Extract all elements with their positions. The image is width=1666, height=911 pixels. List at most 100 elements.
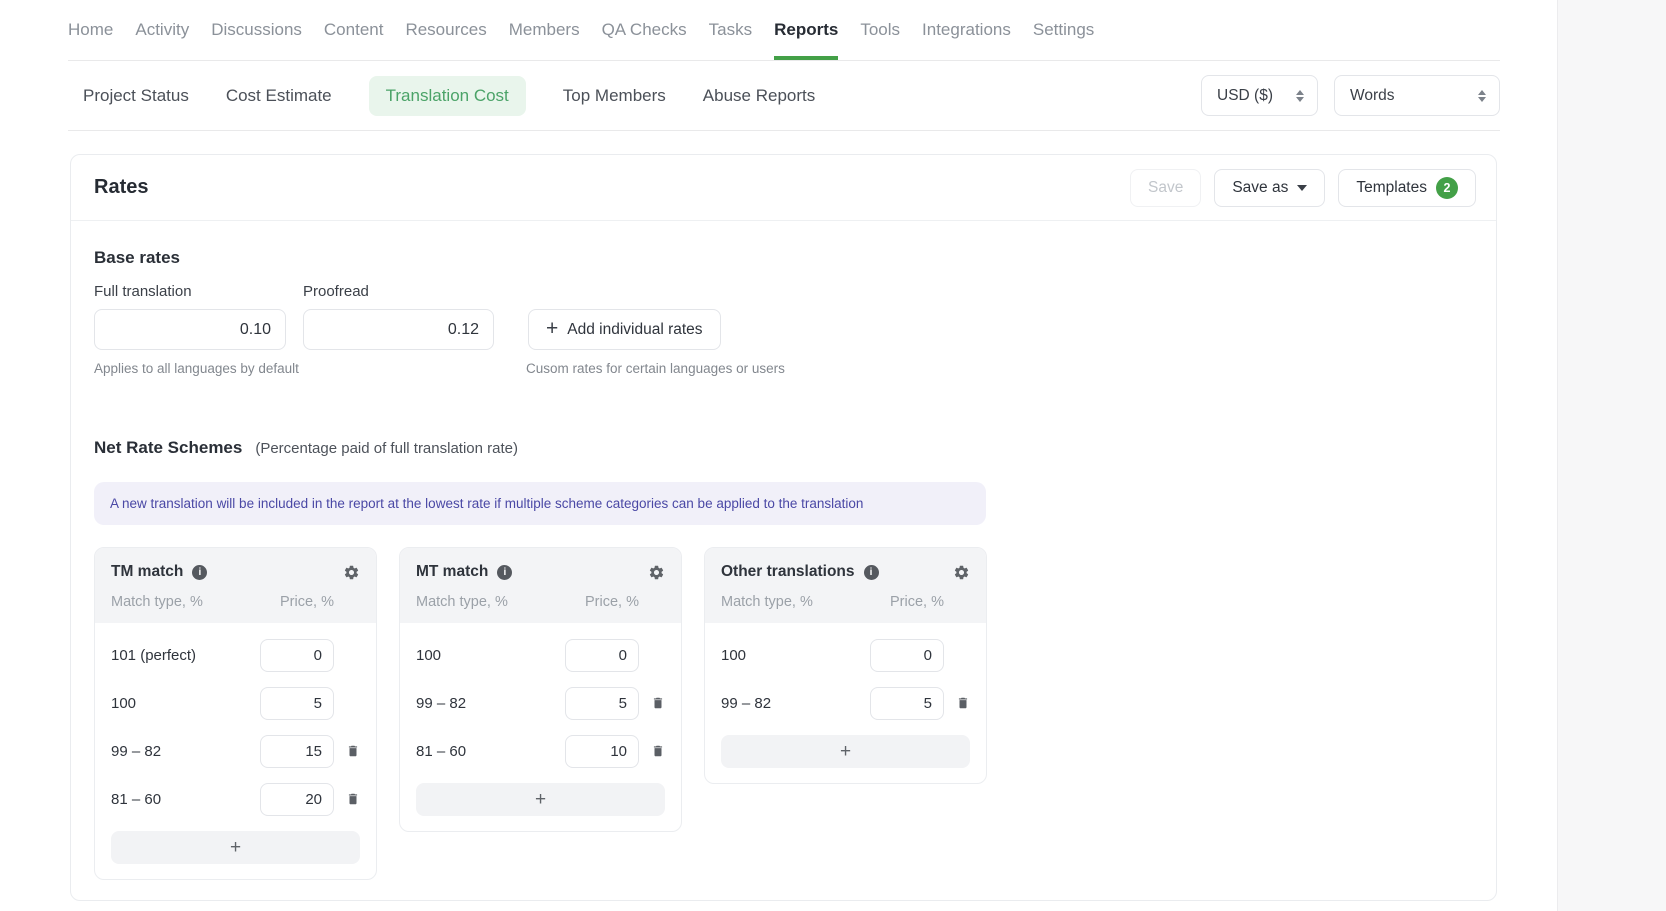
subnav-tab-cost-estimate[interactable]: Cost Estimate <box>226 86 332 106</box>
base-rates-row: Full translation Proofread + Add individ… <box>94 283 1473 350</box>
rates-card-header: Rates Save Save as Templates 2 <box>71 155 1496 221</box>
price-input[interactable] <box>565 687 639 720</box>
custom-rates-hint: Cusom rates for certain languages or use… <box>526 361 1473 376</box>
price-input[interactable] <box>565 735 639 768</box>
reports-subnav: Project Status Cost Estimate Translation… <box>68 61 1500 131</box>
sort-arrows-icon <box>1296 90 1304 102</box>
gear-icon[interactable] <box>343 564 360 581</box>
match-type-label: 99 – 82 <box>111 743 260 760</box>
nav-item-resources[interactable]: Resources <box>405 0 486 60</box>
price-input[interactable] <box>260 687 334 720</box>
match-type-label: 101 (perfect) <box>111 647 260 664</box>
nav-item-discussions[interactable]: Discussions <box>211 0 302 60</box>
match-type-label: 81 – 60 <box>416 743 565 760</box>
match-type-column-header: Match type, % <box>416 594 508 610</box>
gear-icon[interactable] <box>648 564 665 581</box>
nav-item-members[interactable]: Members <box>509 0 580 60</box>
scheme-row: 101 (perfect) <box>111 631 360 679</box>
subnav-tab-translation-cost[interactable]: Translation Cost <box>369 76 526 116</box>
full-translation-label: Full translation <box>94 283 286 300</box>
nav-item-tasks[interactable]: Tasks <box>709 0 752 60</box>
match-type-label: 100 <box>416 647 565 664</box>
nav-item-home[interactable]: Home <box>68 0 113 60</box>
trash-icon[interactable] <box>346 743 360 759</box>
top-navigation: Home Activity Discussions Content Resour… <box>68 0 1500 61</box>
proofread-rate-input[interactable] <box>303 309 494 350</box>
nav-item-tools[interactable]: Tools <box>860 0 900 60</box>
add-scheme-row-button[interactable]: + <box>416 783 665 816</box>
price-input[interactable] <box>565 639 639 672</box>
scheme-title: Other translations <box>721 563 855 581</box>
price-input[interactable] <box>870 639 944 672</box>
match-type-column-header: Match type, % <box>111 594 203 610</box>
page-title: Rates <box>94 176 148 199</box>
plus-icon: + <box>546 318 558 339</box>
gear-icon[interactable] <box>953 564 970 581</box>
scheme-row: 100 <box>721 631 970 679</box>
price-input[interactable] <box>260 639 334 672</box>
scheme-header: Other translations i Match type, % Price… <box>705 548 986 623</box>
price-input[interactable] <box>260 783 334 816</box>
nav-item-activity[interactable]: Activity <box>135 0 189 60</box>
page-container: Home Activity Discussions Content Resour… <box>68 0 1500 901</box>
add-scheme-row-button[interactable]: + <box>721 735 970 768</box>
proofread-field: Proofread <box>303 283 494 350</box>
scheme-header: MT match i Match type, % Price, % <box>400 548 681 623</box>
rates-card: Rates Save Save as Templates 2 Base rate… <box>70 154 1497 901</box>
schemes-row: TM match i Match type, % Price, % <box>94 547 1473 880</box>
save-as-button[interactable]: Save as <box>1214 169 1325 207</box>
unit-select-value: Words <box>1350 87 1395 105</box>
full-translation-rate-input[interactable] <box>94 309 286 350</box>
rates-card-body: Base rates Full translation Proofread + … <box>71 221 1496 880</box>
templates-button[interactable]: Templates 2 <box>1338 169 1476 207</box>
subnav-tab-top-members[interactable]: Top Members <box>563 86 666 106</box>
nav-item-settings[interactable]: Settings <box>1033 0 1094 60</box>
match-type-label: 100 <box>721 647 870 664</box>
scheme-card-tm-match: TM match i Match type, % Price, % <box>94 547 377 880</box>
trash-icon[interactable] <box>651 743 665 759</box>
scheme-body: 100 99 – 82 81 – 60 <box>400 623 681 831</box>
match-type-column-header: Match type, % <box>721 594 813 610</box>
templates-button-label: Templates <box>1356 179 1427 197</box>
info-icon[interactable]: i <box>497 565 512 580</box>
save-as-button-label: Save as <box>1232 179 1288 197</box>
nav-item-qa-checks[interactable]: QA Checks <box>602 0 687 60</box>
trash-icon[interactable] <box>346 791 360 807</box>
price-column-header: Price, % <box>585 594 639 610</box>
trash-icon[interactable] <box>651 695 665 711</box>
net-rate-schemes-subheading: (Percentage paid of full translation rat… <box>255 440 518 457</box>
lowest-rate-info-banner: A new translation will be included in th… <box>94 482 986 525</box>
templates-count-badge: 2 <box>1436 177 1458 199</box>
info-icon[interactable]: i <box>192 565 207 580</box>
price-input[interactable] <box>260 735 334 768</box>
scheme-body: 100 99 – 82 + <box>705 623 986 783</box>
nav-item-reports[interactable]: Reports <box>774 0 838 60</box>
chevron-down-icon <box>1297 185 1307 191</box>
unit-select[interactable]: Words <box>1334 75 1500 116</box>
add-individual-rates-label: Add individual rates <box>567 321 702 339</box>
nav-item-integrations[interactable]: Integrations <box>922 0 1011 60</box>
nav-item-content[interactable]: Content <box>324 0 384 60</box>
net-rate-schemes-heading-row: Net Rate Schemes (Percentage paid of ful… <box>94 438 1473 458</box>
full-translation-field: Full translation <box>94 283 286 350</box>
base-rates-heading: Base rates <box>94 248 1473 268</box>
currency-select[interactable]: USD ($) <box>1201 75 1318 116</box>
subnav-tab-project-status[interactable]: Project Status <box>83 86 189 106</box>
match-type-label: 100 <box>111 695 260 712</box>
scheme-row: 100 <box>111 679 360 727</box>
scheme-card-mt-match: MT match i Match type, % Price, % <box>399 547 682 832</box>
add-scheme-row-button[interactable]: + <box>111 831 360 864</box>
price-input[interactable] <box>870 687 944 720</box>
save-button[interactable]: Save <box>1130 169 1201 207</box>
info-icon[interactable]: i <box>864 565 879 580</box>
subnav-controls: USD ($) Words <box>1201 75 1500 116</box>
default-rates-hint: Applies to all languages by default <box>94 361 526 376</box>
add-individual-rates-button[interactable]: + Add individual rates <box>528 309 721 350</box>
proofread-label: Proofread <box>303 283 494 300</box>
currency-select-value: USD ($) <box>1217 87 1273 105</box>
scheme-card-other-translations: Other translations i Match type, % Price… <box>704 547 987 784</box>
match-type-label: 81 – 60 <box>111 791 260 808</box>
scheme-title: MT match <box>416 563 488 581</box>
subnav-tab-abuse-reports[interactable]: Abuse Reports <box>703 86 815 106</box>
trash-icon[interactable] <box>956 695 970 711</box>
